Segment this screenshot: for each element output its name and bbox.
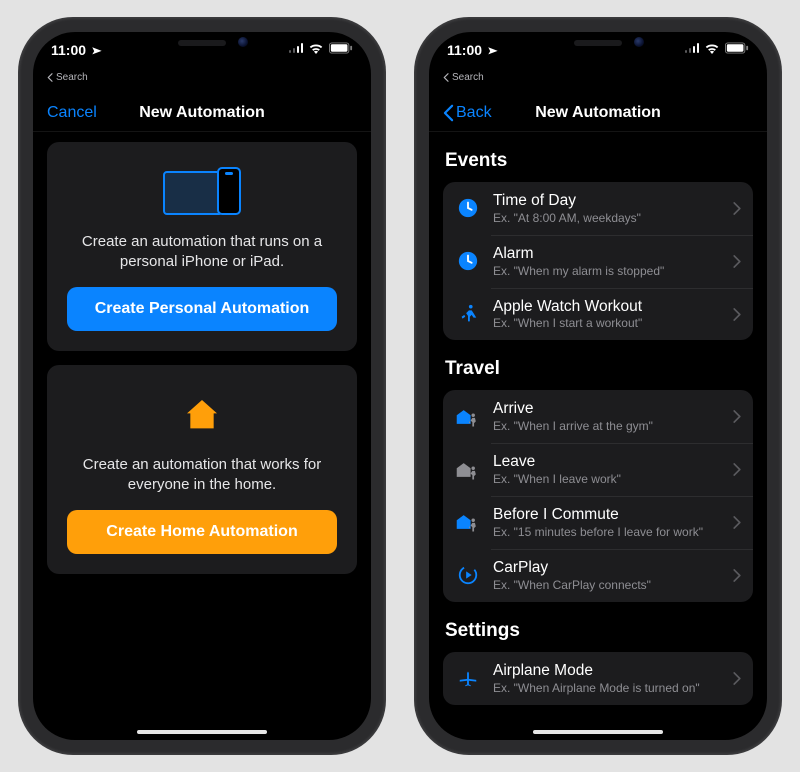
nav-bar: Back New Automation [429, 94, 767, 132]
battery-icon [725, 42, 749, 54]
location-icon [88, 42, 104, 58]
section-title-settings: Settings [445, 620, 751, 642]
clock-icon [455, 195, 481, 221]
row-subtitle: Ex. "When CarPlay connects" [493, 578, 721, 592]
row-title: Arrive [493, 400, 721, 418]
card-home-desc: Create an automation that works for ever… [67, 455, 337, 494]
nav-title: New Automation [139, 104, 265, 122]
status-time: 11:00 [51, 42, 86, 58]
row-airplane-mode[interactable]: Airplane ModeEx. "When Airplane Mode is … [443, 652, 753, 705]
card-personal-automation: Create an automation that runs on a pers… [47, 142, 357, 351]
row-title: CarPlay [493, 559, 721, 577]
back-label: Back [456, 104, 492, 122]
row-apple-watch-workout[interactable]: Apple Watch WorkoutEx. "When I start a w… [443, 288, 753, 341]
chevron-right-icon [733, 308, 741, 321]
row-subtitle: Ex. "When Airplane Mode is turned on" [493, 681, 721, 695]
row-alarm[interactable]: AlarmEx. "When my alarm is stopped" [443, 235, 753, 288]
row-title: Leave [493, 453, 721, 471]
chevron-right-icon [733, 255, 741, 268]
row-arrive[interactable]: ArriveEx. "When I arrive at the gym" [443, 390, 753, 443]
chevron-right-icon [733, 410, 741, 423]
airplane-icon [455, 665, 481, 691]
clock-icon [455, 248, 481, 274]
back-to-app[interactable]: Search [443, 72, 484, 83]
row-subtitle: Ex. "When I leave work" [493, 472, 721, 486]
status-time: 11:00 [447, 42, 482, 58]
wifi-icon [704, 43, 720, 54]
home-indicator[interactable] [533, 730, 663, 734]
chevron-right-icon [733, 569, 741, 582]
row-carplay[interactable]: CarPlayEx. "When CarPlay connects" [443, 549, 753, 602]
wifi-icon [308, 43, 324, 54]
row-before-i-commute[interactable]: Before I CommuteEx. "15 minutes before I… [443, 496, 753, 549]
runner-icon [455, 301, 481, 327]
content-left: Create an automation that runs on a pers… [33, 132, 371, 740]
cancel-button[interactable]: Cancel [47, 104, 97, 122]
create-home-automation-button[interactable]: Create Home Automation [67, 510, 337, 554]
create-personal-automation-button[interactable]: Create Personal Automation [67, 287, 337, 331]
back-button[interactable]: Back [443, 104, 492, 122]
row-subtitle: Ex. "When I arrive at the gym" [493, 419, 721, 433]
screen-left: 11:00 Search Cancel N [33, 32, 371, 740]
row-title: Time of Day [493, 192, 721, 210]
row-title: Before I Commute [493, 506, 721, 524]
arrive-icon [455, 509, 481, 535]
devices-icon [67, 164, 337, 220]
notch [512, 32, 684, 60]
location-icon [484, 42, 500, 58]
row-time-of-day[interactable]: Time of DayEx. "At 8:00 AM, weekdays" [443, 182, 753, 235]
list-settings: Airplane ModeEx. "When Airplane Mode is … [443, 652, 753, 705]
row-title: Alarm [493, 245, 721, 263]
arrive-icon [455, 404, 481, 430]
carplay-icon [455, 562, 481, 588]
chevron-right-icon [733, 516, 741, 529]
section-title-events: Events [445, 150, 751, 172]
home-indicator[interactable] [137, 730, 267, 734]
home-icon [67, 387, 337, 443]
back-to-app-label: Search [56, 72, 88, 83]
leave-icon [455, 457, 481, 483]
back-to-app-label: Search [452, 72, 484, 83]
screen-right: 11:00 Search Back [429, 32, 767, 740]
battery-icon [329, 42, 353, 54]
nav-title: New Automation [535, 104, 661, 122]
row-leave[interactable]: LeaveEx. "When I leave work" [443, 443, 753, 496]
iphone-frame-right: 11:00 Search Back [415, 18, 781, 754]
nav-bar: Cancel New Automation [33, 94, 371, 132]
notch [116, 32, 288, 60]
chevron-right-icon [733, 202, 741, 215]
list-events: Time of DayEx. "At 8:00 AM, weekdays"Ala… [443, 182, 753, 340]
cellular-icon [685, 43, 700, 53]
row-title: Airplane Mode [493, 662, 721, 680]
cancel-label: Cancel [47, 104, 97, 122]
row-subtitle: Ex. "When I start a workout" [493, 316, 721, 330]
row-subtitle: Ex. "At 8:00 AM, weekdays" [493, 211, 721, 225]
row-title: Apple Watch Workout [493, 298, 721, 316]
row-subtitle: Ex. "15 minutes before I leave for work" [493, 525, 721, 539]
card-personal-desc: Create an automation that runs on a pers… [67, 232, 337, 271]
section-title-travel: Travel [445, 358, 751, 380]
chevron-right-icon [733, 463, 741, 476]
list-travel: ArriveEx. "When I arrive at the gym"Leav… [443, 390, 753, 601]
chevron-right-icon [733, 672, 741, 685]
back-to-app[interactable]: Search [47, 72, 88, 83]
row-subtitle: Ex. "When my alarm is stopped" [493, 264, 721, 278]
content-right[interactable]: Events Time of DayEx. "At 8:00 AM, weekd… [429, 132, 767, 740]
cellular-icon [289, 43, 304, 53]
iphone-frame-left: 11:00 Search Cancel N [19, 18, 385, 754]
card-home-automation: Create an automation that works for ever… [47, 365, 357, 574]
